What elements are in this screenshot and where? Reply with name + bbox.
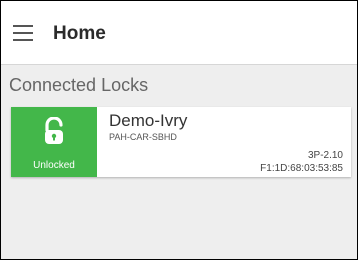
app-screen: Home Connected Locks Unlocked Demo-Ivry …	[1, 1, 357, 259]
section-title: Connected Locks	[9, 75, 149, 95]
lock-mac-address: F1:1D:68:03:53:85	[260, 163, 343, 174]
lock-firmware-version: 3P-2.10	[307, 150, 343, 161]
lock-serial: PAH-CAR-SBHD	[109, 132, 177, 142]
menu-button[interactable]	[11, 21, 37, 45]
lock-status-label: Unlocked	[33, 160, 75, 171]
lock-name: Demo-Ivry	[109, 111, 188, 130]
lock-card[interactable]: Unlocked Demo-Ivry PAH-CAR-SBHD 3P-2.10 …	[11, 107, 351, 177]
app-bar: Home	[1, 1, 357, 65]
lock-status-panel: Unlocked	[11, 107, 97, 177]
menu-icon	[11, 21, 37, 45]
unlocked-padlock-icon	[42, 117, 66, 145]
page-title: Home	[53, 23, 106, 44]
